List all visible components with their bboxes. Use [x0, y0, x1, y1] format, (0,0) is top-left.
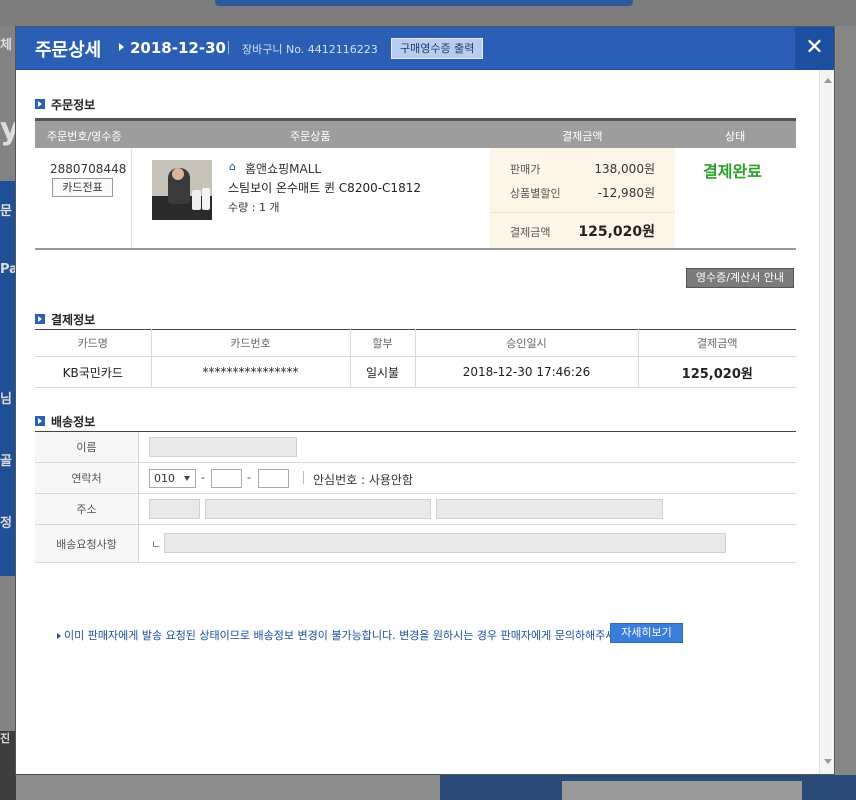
receipt-guide-button[interactable]: 영수증/계산서 안내 [686, 268, 794, 288]
background-bottom-bar [440, 775, 856, 800]
installment: 일시불 [350, 356, 416, 388]
notice-text: 이미 판매자에게 발송 요청된 상태이므로 배송정보 변경이 불가능합니다. 변… [57, 627, 629, 643]
dash: - [247, 471, 251, 484]
chevron-down-icon [184, 476, 190, 481]
bullet-icon [35, 314, 45, 324]
payment-summary: 판매가 138,000원 상품별할인 -12,980원 결제금액 125,020… [490, 148, 675, 248]
column-header: 카드명 [35, 329, 152, 357]
background-text: 골 [0, 454, 12, 469]
order-status: 결제완료 [703, 162, 762, 181]
divider [228, 41, 229, 54]
discount-value: -12,980원 [597, 186, 655, 200]
section-title-order: 주문정보 [35, 96, 95, 113]
background-text: 정 [0, 516, 12, 531]
payment-table: 카드명 카드번호 할부 승인일시 결제금액 KB국민카드 ***********… [35, 329, 796, 388]
safe-number: 안심번호 : 사용안함 [313, 473, 413, 487]
modal-header: 주문상세 2018-12-30 장바구니 No. 4412116223 구매영수… [16, 27, 834, 70]
arrow-right-icon [119, 43, 124, 51]
price-label: 판매가 [510, 163, 541, 176]
section-title-payment-label: 결제정보 [51, 313, 96, 327]
order-table-header: 주문번호/영수증 주문상품 결제금액 상태 [35, 118, 796, 148]
phone-last-input[interactable] [258, 469, 289, 488]
background-right [836, 26, 856, 800]
row-label: 이름 [35, 432, 139, 462]
section-title-delivery-label: 배송정보 [51, 415, 96, 429]
scrollbar[interactable] [819, 70, 834, 774]
phone-prefix-select[interactable]: 010 [149, 469, 196, 488]
column-header: 주문번호/영수증 [47, 130, 122, 143]
modal-title: 주문상세 [35, 40, 102, 61]
column-header: 상태 [725, 130, 746, 143]
divider [303, 471, 304, 484]
dash: - [201, 471, 205, 484]
divider [131, 148, 132, 248]
section-title-delivery: 배송정보 [35, 413, 95, 430]
section-title-order-label: 주문정보 [51, 98, 96, 112]
price-value: 138,000원 [594, 162, 655, 176]
chevron-up-icon[interactable] [824, 78, 832, 83]
approved-at: 2018-12-30 17:46:26 [415, 356, 639, 388]
notice-message: 이미 판매자에게 발송 요청된 상태이므로 배송정보 변경이 불가능합니다. 변… [64, 629, 630, 642]
product-image[interactable] [152, 160, 212, 220]
zipcode-field[interactable] [149, 499, 200, 519]
table-header-row: 카드명 카드번호 할부 승인일시 결제금액 [35, 329, 796, 357]
address-detail-field[interactable] [436, 499, 663, 519]
card-slip-button[interactable]: 카드전표 [52, 178, 113, 197]
background-text: 문 [0, 204, 12, 219]
card-number: **************** [151, 356, 351, 388]
total-label: 결제금액 [510, 226, 551, 239]
background-text: 진 [0, 732, 11, 745]
print-receipt-button[interactable]: 구매영수증 출력 [391, 38, 484, 59]
phone-prefix-value: 010 [154, 472, 175, 485]
address-field[interactable] [205, 499, 431, 519]
section-title-payment: 결제정보 [35, 311, 95, 328]
order-number: 2880708448 [50, 162, 127, 176]
cart-number: 장바구니 No. 4412116223 [242, 43, 378, 56]
background-text: 체 [0, 38, 12, 53]
home-icon: ⌂ [229, 160, 236, 173]
delivery-row-request: 배송요청사항 ㄴ [35, 525, 796, 563]
delivery-row-address: 주소 [35, 494, 796, 525]
column-header: 할부 [350, 329, 416, 357]
delivery-row-name: 이름 [35, 432, 796, 463]
background-text: 님 [0, 392, 12, 407]
bullet-icon [35, 99, 45, 109]
background-topbar [0, 0, 856, 26]
arrow-right-icon [57, 633, 61, 639]
card-name: KB국민카드 [35, 356, 152, 388]
column-header: 승인일시 [415, 329, 639, 357]
detail-button[interactable]: 자세히보기 [610, 623, 683, 643]
shop-name-link[interactable]: 홈앤쇼핑MALL [245, 160, 321, 177]
reply-icon: ㄴ [151, 538, 162, 551]
order-detail-modal: 주문상세 2018-12-30 장바구니 No. 4412116223 구매영수… [15, 26, 835, 775]
divider [490, 212, 675, 213]
payment-amount: 125,020원 [638, 356, 796, 388]
delivery-request-field[interactable] [164, 533, 726, 553]
product-name-link[interactable]: 스팀보이 온수매트 퀸 C8200-C1812 [228, 179, 421, 196]
order-row: 2880708448 카드전표 ⌂ 홈앤쇼핑MALL 스팀보이 온수매트 퀸 C… [35, 148, 796, 250]
product-quantity: 수량 : 1 개 [228, 201, 280, 214]
phone-middle-input[interactable] [211, 469, 242, 488]
delivery-row-phone: 연락처 010 - - 안심번호 : 사용안함 [35, 463, 796, 494]
row-label: 주소 [35, 494, 139, 524]
row-label: 배송요청사항 [35, 525, 139, 562]
modal-body: 주문정보 주문번호/영수증 주문상품 결제금액 상태 2880708448 카드… [16, 70, 819, 774]
column-header: 결제금액 [638, 329, 796, 357]
name-field[interactable] [149, 437, 297, 457]
order-date: 2018-12-30 [130, 39, 226, 57]
total-value: 125,020원 [578, 224, 655, 240]
discount-label: 상품별할인 [510, 187, 561, 200]
column-header: 결제금액 [562, 130, 603, 143]
column-header: 주문상품 [290, 130, 331, 143]
chevron-down-icon[interactable] [824, 759, 832, 764]
close-icon[interactable]: ✕ [795, 27, 834, 69]
row-label: 연락처 [35, 463, 139, 493]
bullet-icon [35, 416, 45, 426]
table-row: KB국민카드 **************** 일시불 2018-12-30 1… [35, 356, 796, 388]
delivery-table: 이름 연락처 010 - - 안심번호 : 사용안함 주소 배송요청사항 ㄴ [35, 431, 796, 563]
column-header: 카드번호 [151, 329, 351, 357]
